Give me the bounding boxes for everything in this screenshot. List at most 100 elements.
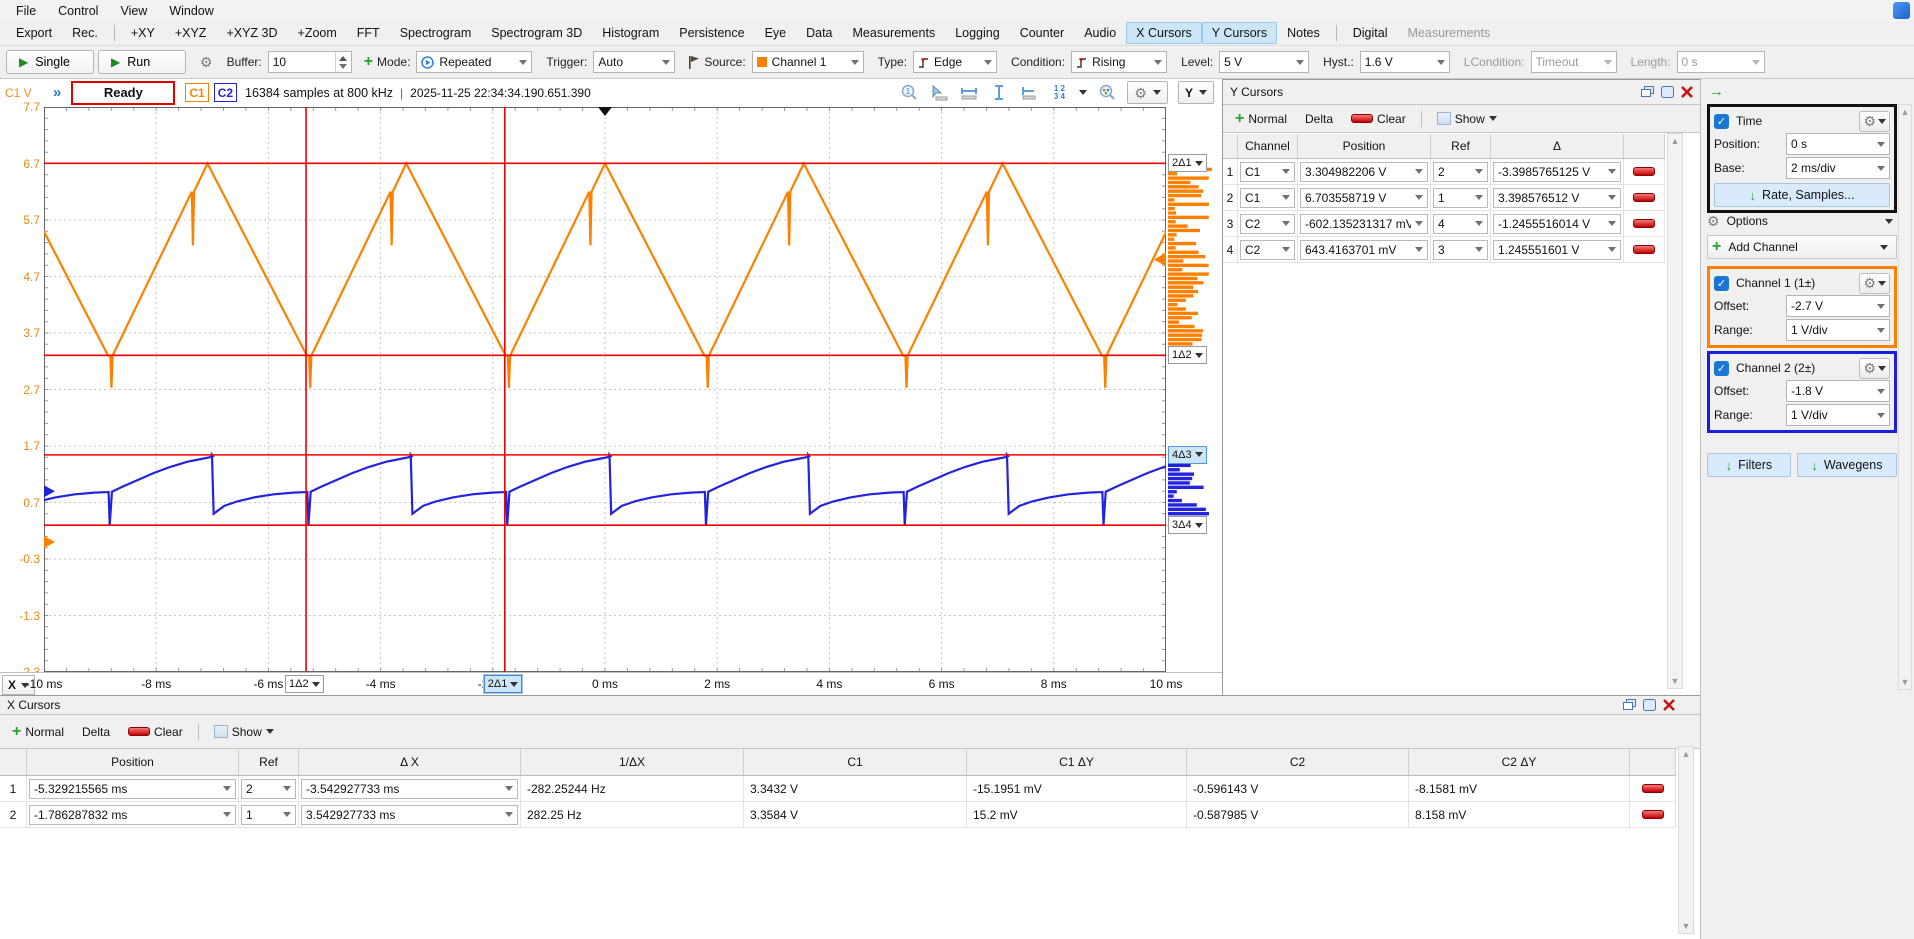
filters-button[interactable]: ↓ Filters [1707,453,1791,477]
single-button[interactable]: ▶ Single [6,50,94,74]
tab-logging[interactable]: Logging [945,22,1010,44]
time-position-select[interactable]: 0 s [1786,133,1890,155]
type-select[interactable]: Edge [913,51,997,73]
tab-persistence[interactable]: Persistence [669,22,754,44]
y-cursors-scrollbar[interactable]: ▲▼ [1667,133,1683,689]
close-panel-icon[interactable] [1681,86,1693,98]
wavegens-button[interactable]: ↓ Wavegens [1797,453,1897,477]
tab--xy[interactable]: +XY [121,22,165,44]
cell-combobox[interactable]: 3 [1433,240,1488,260]
close-panel-icon[interactable] [1663,699,1675,711]
y-cursor-badge-1[interactable]: 2Δ1 [1168,154,1207,172]
cell-combobox[interactable]: 1.245551601 V [1493,240,1621,260]
y-normal-button[interactable]: +Normal [1229,109,1293,129]
y-delta-button[interactable]: Delta [1299,110,1339,128]
source-select[interactable]: Channel 1 [752,51,864,73]
y-show-button[interactable]: Show [1431,110,1503,128]
buffer-spinner[interactable]: 10 [268,51,352,73]
cursor-list-icon[interactable]: 1 23 4 [1049,84,1069,102]
spinner-arrows-icon[interactable] [335,52,351,72]
y-cursors-titlebar[interactable]: Y Cursors [1223,79,1700,105]
cell-combobox[interactable]: 643.4163701 mV [1300,240,1428,260]
cell-combobox[interactable]: -3.3985765125 V [1493,162,1621,182]
run-button[interactable]: ▶ Run [98,50,186,74]
level-select[interactable]: 5 V [1219,51,1309,73]
lcondition-select[interactable]: Timeout [1531,51,1617,73]
cell-combobox[interactable]: 3.304982206 V [1300,162,1428,182]
tab-digital[interactable]: Digital [1343,22,1398,44]
channel2-settings-button[interactable]: ⚙ [1859,358,1890,379]
time-base-select[interactable]: 2 ms/div [1786,157,1890,179]
cell-combobox[interactable]: -1.2455516014 V [1493,214,1621,234]
sidebar-scrollbar[interactable]: ▲▼ [1898,104,1912,690]
cell-combobox[interactable]: 1 [1433,188,1488,208]
buffer-gear-icon[interactable]: ⚙ [200,55,213,69]
cell-combobox[interactable]: C1 [1240,188,1295,208]
c1-badge[interactable]: C1 [185,83,208,102]
y-axis-select[interactable]: Y [1178,81,1214,104]
x-show-button[interactable]: Show [208,723,280,741]
x-cursor-badge-1[interactable]: 1Δ2 [285,675,324,693]
x-cursors-scrollbar[interactable]: ▲▼ [1678,746,1694,934]
remove-cursor-button[interactable] [1633,167,1655,176]
remove-cursor-button[interactable] [1633,245,1655,254]
cell-combobox[interactable]: 2 [1433,162,1488,182]
tab-spectrogram-3d[interactable]: Spectrogram 3D [481,22,592,44]
cell-combobox[interactable]: -5.329215565 ms [29,779,236,799]
tab-measurements[interactable]: Measurements [843,22,946,44]
tab--zoom[interactable]: +Zoom [288,22,347,44]
cell-combobox[interactable]: 3.398576512 V [1493,188,1621,208]
channel2-checkbox[interactable]: ✓ [1714,361,1729,376]
x-cursors-titlebar[interactable]: X Cursors [0,695,1700,715]
x-cursor-badge-2[interactable]: 2Δ1 [484,675,523,693]
remove-cursor-button[interactable] [1642,784,1664,793]
channel2-range-select[interactable]: 1 V/div [1786,404,1890,426]
menu-control[interactable]: Control [48,2,108,20]
tab-measurements[interactable]: Measurements [1398,22,1501,44]
menu-view[interactable]: View [110,2,157,20]
remove-cursor-button[interactable] [1633,219,1655,228]
y-clear-button[interactable]: Clear [1345,110,1412,128]
condition-select[interactable]: Rising [1071,51,1167,73]
vertical-ruler-icon[interactable] [989,84,1009,102]
channel1-range-select[interactable]: 1 V/div [1786,319,1890,341]
tab-x-cursors[interactable]: X Cursors [1126,22,1202,44]
y-cursor-badge-4[interactable]: 3Δ4 [1168,516,1207,534]
x-normal-button[interactable]: +Normal [6,722,70,742]
cursor-menu-caret-icon[interactable] [1079,90,1087,95]
length-select[interactable]: 0 s [1677,51,1765,73]
zoom-options-icon[interactable] [1097,84,1117,102]
tab-histogram[interactable]: Histogram [592,22,669,44]
tab-spectrogram[interactable]: Spectrogram [390,22,482,44]
cell-combobox[interactable]: 4 [1433,214,1488,234]
corner-ruler-icon[interactable] [1019,84,1039,102]
cell-combobox[interactable]: C2 [1240,214,1295,234]
maximize-window-icon[interactable] [1661,86,1674,98]
float-window-icon[interactable] [1623,699,1636,711]
maximize-window-icon[interactable] [1643,699,1656,711]
channel1-checkbox[interactable]: ✓ [1714,276,1729,291]
cell-combobox[interactable]: -3.542927733 ms [301,779,518,799]
add-channel-button[interactable]: + Add Channel [1707,235,1897,259]
channel2-offset-select[interactable]: -1.8 V [1786,380,1890,402]
cell-combobox[interactable]: -1.786287832 ms [29,805,236,825]
remove-cursor-button[interactable] [1642,810,1664,819]
cell-combobox[interactable]: 3.542927733 ms [301,805,518,825]
y-cursor-badge-2[interactable]: 1Δ2 [1168,346,1207,364]
tab--xyz-3d[interactable]: +XYZ 3D [216,22,287,44]
time-settings-button[interactable]: ⚙ [1859,111,1890,132]
c2-badge[interactable]: C2 [214,83,237,102]
tab--xyz[interactable]: +XYZ [165,22,217,44]
time-checkbox[interactable]: ✓ [1714,114,1729,129]
scope-plot[interactable] [44,107,1166,672]
cursor-measure-icon[interactable] [929,84,949,102]
channel1-offset-select[interactable]: -2.7 V [1786,295,1890,317]
mode-select[interactable]: Repeated [416,51,532,73]
tab-y-cursors[interactable]: Y Cursors [1202,22,1277,44]
options-row[interactable]: ⚙ Options [1707,210,1897,232]
zoom-fit-icon[interactable]: 1 [899,84,919,102]
cell-combobox[interactable]: C2 [1240,240,1295,260]
tab-notes[interactable]: Notes [1277,22,1330,44]
cell-combobox[interactable]: 6.703558719 V [1300,188,1428,208]
cell-combobox[interactable]: 1 [241,805,296,825]
